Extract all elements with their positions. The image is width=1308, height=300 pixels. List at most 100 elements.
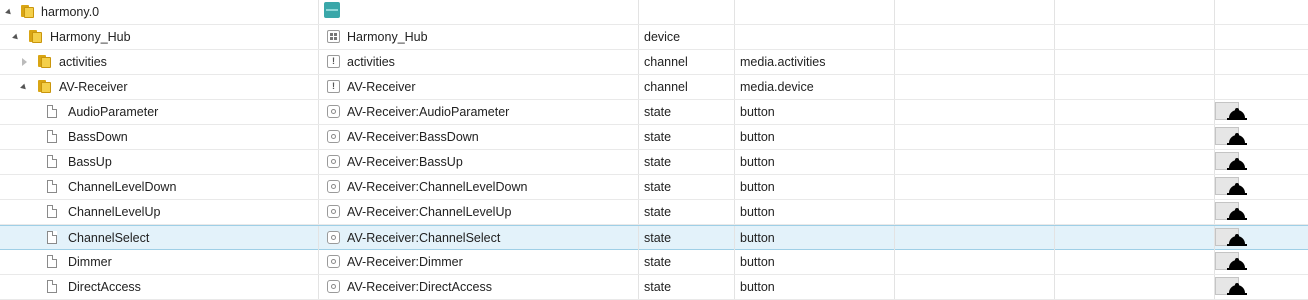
cell-room — [894, 150, 1054, 174]
cell-function — [1054, 275, 1214, 299]
cell-function — [1054, 250, 1214, 274]
cell-room — [894, 200, 1054, 224]
folder-icon — [28, 30, 42, 43]
bell-button-icon[interactable] — [1215, 228, 1247, 248]
tree-row-av-receiver[interactable]: AV-Receiver AV-Receiver channel media.de… — [0, 75, 1308, 100]
tree-label: Harmony_Hub — [50, 30, 131, 44]
cell-function — [1054, 100, 1214, 124]
tree-row-state[interactable]: BassDown AV-Receiver:BassDown state butt… — [0, 125, 1308, 150]
cell-id: BassDown — [0, 125, 318, 149]
object-name: activities — [347, 55, 395, 69]
tree-row-state[interactable]: Dimmer AV-Receiver:Dimmer state button — [0, 250, 1308, 275]
cell-room — [894, 100, 1054, 124]
cell-type: channel — [638, 50, 734, 74]
cell-id: ChannelLevelUp — [0, 200, 318, 224]
cell-function — [1054, 25, 1214, 49]
cell-id: Dimmer — [0, 250, 318, 274]
cell-role: button — [734, 100, 894, 124]
tree-row-activities[interactable]: activities activities channel media.acti… — [0, 50, 1308, 75]
state-icon — [327, 130, 340, 143]
tree-row-state[interactable]: DirectAccess AV-Receiver:DirectAccess st… — [0, 275, 1308, 300]
cell-room — [894, 250, 1054, 274]
tree-label: ChannelLevelUp — [68, 205, 161, 219]
cell-name: AV-Receiver:AudioParameter — [318, 100, 638, 124]
tree-row-state[interactable]: ChannelLevelUp AV-Receiver:ChannelLevelU… — [0, 200, 1308, 225]
bell-button-icon[interactable] — [1215, 202, 1247, 222]
cell-value — [1214, 200, 1308, 224]
bell-button-icon[interactable] — [1215, 102, 1247, 122]
cell-role: button — [734, 226, 894, 250]
cell-role: button — [734, 200, 894, 224]
cell-role: media.device — [734, 75, 894, 99]
cell-value — [1214, 226, 1308, 250]
tree-label: DirectAccess — [68, 280, 141, 294]
cell-name — [318, 0, 638, 24]
tree-row-state[interactable]: ChannelLevelDown AV-Receiver:ChannelLeve… — [0, 175, 1308, 200]
cell-value — [1214, 250, 1308, 274]
cell-function — [1054, 75, 1214, 99]
object-name: AV-Receiver:DirectAccess — [347, 280, 492, 294]
cell-value — [1214, 175, 1308, 199]
object-tree-table: harmony.0 Harmony_Hub Harmony_Hub device — [0, 0, 1308, 300]
adapter-logo-icon — [324, 2, 340, 18]
tree-label: AudioParameter — [68, 105, 159, 119]
cell-id: ChannelSelect — [0, 226, 318, 250]
tree-row-harmony-hub[interactable]: Harmony_Hub Harmony_Hub device — [0, 25, 1308, 50]
bell-button-icon[interactable] — [1215, 177, 1247, 197]
tree-label: BassDown — [68, 130, 128, 144]
bell-button-icon[interactable] — [1215, 277, 1247, 297]
cell-room — [894, 75, 1054, 99]
folder-icon — [20, 5, 34, 18]
cell-type: state — [638, 150, 734, 174]
channel-icon — [327, 50, 340, 72]
file-icon — [47, 255, 57, 268]
cell-id: AudioParameter — [0, 100, 318, 124]
collapse-arrow-icon[interactable] — [12, 33, 20, 42]
cell-type: state — [638, 226, 734, 250]
state-icon — [327, 155, 340, 168]
file-icon — [47, 130, 57, 143]
cell-role: button — [734, 175, 894, 199]
state-icon — [327, 255, 340, 268]
tree-label: harmony.0 — [41, 5, 100, 19]
cell-room — [894, 0, 1054, 24]
state-icon — [327, 231, 340, 244]
expand-arrow-icon[interactable] — [22, 58, 27, 66]
tree-row-state-selected[interactable]: ChannelSelect AV-Receiver:ChannelSelect … — [0, 225, 1308, 250]
tree-label: BassUp — [68, 155, 112, 169]
cell-name: AV-Receiver:BassUp — [318, 150, 638, 174]
cell-type: state — [638, 275, 734, 299]
tree-row-state[interactable]: AudioParameter AV-Receiver:AudioParamete… — [0, 100, 1308, 125]
cell-function — [1054, 125, 1214, 149]
cell-id: BassUp — [0, 150, 318, 174]
cell-function — [1054, 0, 1214, 24]
bell-button-icon[interactable] — [1215, 152, 1247, 172]
cell-name: AV-Receiver:ChannelSelect — [318, 226, 638, 250]
cell-function — [1054, 50, 1214, 74]
cell-type: device — [638, 25, 734, 49]
collapse-arrow-icon[interactable] — [5, 8, 13, 17]
cell-value — [1214, 0, 1308, 24]
cell-role: media.activities — [734, 50, 894, 74]
cell-value — [1214, 125, 1308, 149]
cell-name: AV-Receiver:ChannelLevelUp — [318, 200, 638, 224]
bell-button-icon[interactable] — [1215, 252, 1247, 272]
collapse-arrow-icon[interactable] — [20, 83, 28, 92]
state-icon — [327, 105, 340, 118]
object-name: AV-Receiver:BassDown — [347, 130, 479, 144]
object-name: AV-Receiver:AudioParameter — [347, 105, 510, 119]
object-name: AV-Receiver:ChannelLevelUp — [347, 205, 512, 219]
tree-row-harmony[interactable]: harmony.0 — [0, 0, 1308, 25]
cell-name: Harmony_Hub — [318, 25, 638, 49]
tree-label: ChannelSelect — [68, 231, 150, 245]
cell-type: channel — [638, 75, 734, 99]
tree-label: Dimmer — [68, 255, 112, 269]
tree-row-state[interactable]: BassUp AV-Receiver:BassUp state button — [0, 150, 1308, 175]
cell-value — [1214, 275, 1308, 299]
cell-role: button — [734, 150, 894, 174]
cell-value — [1214, 25, 1308, 49]
bell-button-icon[interactable] — [1215, 127, 1247, 147]
cell-id: ChannelLevelDown — [0, 175, 318, 199]
state-icon — [327, 205, 340, 218]
file-icon — [47, 205, 57, 218]
